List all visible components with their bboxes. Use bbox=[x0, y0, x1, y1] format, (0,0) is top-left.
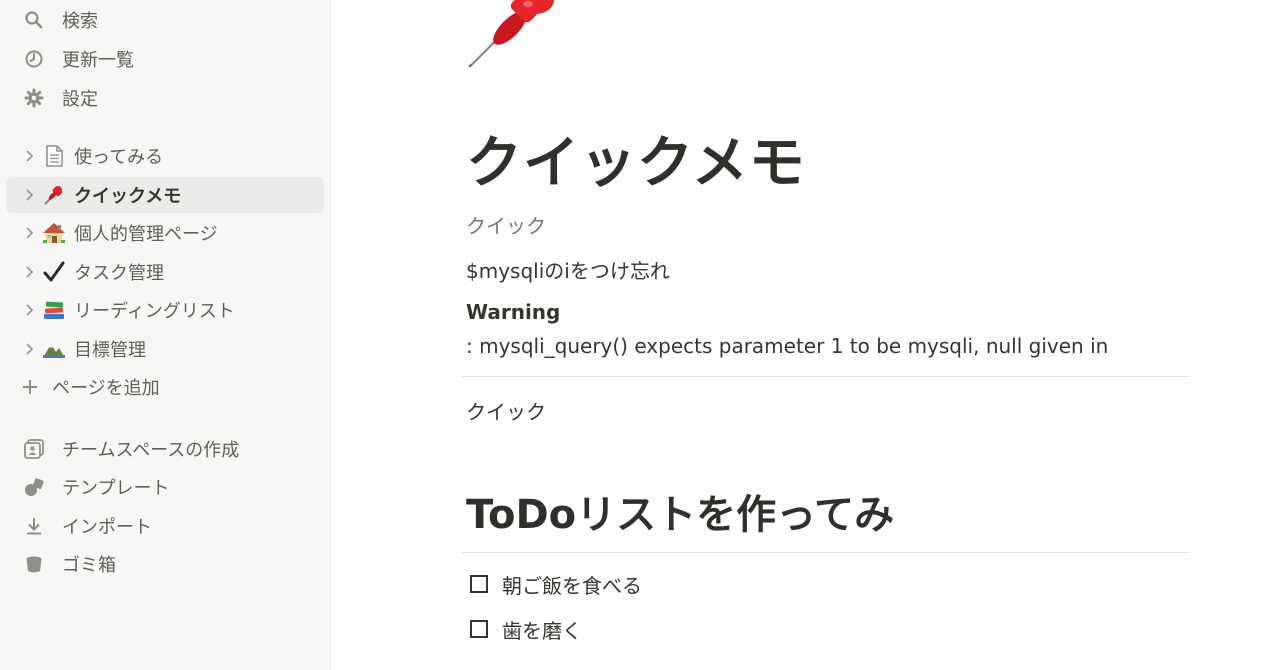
page-icon bbox=[42, 144, 66, 168]
todo-label[interactable]: 歯を磨く bbox=[502, 615, 582, 644]
sidebar-settings[interactable]: 設定 bbox=[6, 80, 324, 116]
teamspace-icon bbox=[22, 437, 46, 461]
sidebar-search-label: 検索 bbox=[62, 11, 98, 32]
books-icon bbox=[42, 298, 66, 322]
page-title[interactable]: クイックメモ bbox=[466, 118, 806, 199]
text-block-mysqli[interactable]: $mysqliのiをつけ忘れ bbox=[466, 255, 670, 284]
chevron-right-icon[interactable] bbox=[22, 265, 36, 279]
sidebar-item-goals[interactable]: 目標管理 bbox=[6, 331, 324, 367]
checkmark-icon bbox=[42, 260, 66, 284]
download-icon bbox=[22, 514, 46, 538]
sidebar-item-quick-memo[interactable]: クイックメモ bbox=[6, 177, 324, 213]
sidebar-settings-label: 設定 bbox=[62, 89, 98, 110]
clock-icon bbox=[22, 47, 46, 71]
sidebar-templates[interactable]: テンプレート bbox=[6, 469, 324, 505]
sidebar-item-label: 使ってみる bbox=[74, 147, 164, 168]
gear-icon bbox=[22, 86, 46, 110]
todo-heading[interactable]: ToDoリストを作ってみ bbox=[466, 482, 894, 540]
sidebar-item-tasks[interactable]: タスク管理 bbox=[6, 254, 324, 290]
sidebar-search[interactable]: 検索 bbox=[6, 2, 324, 38]
sidebar-item-reading-list[interactable]: リーディングリスト bbox=[6, 292, 324, 328]
trash-icon bbox=[22, 552, 46, 576]
pushpin-icon bbox=[42, 183, 66, 207]
todo-item[interactable]: 朝ご飯を食べる bbox=[470, 570, 642, 599]
sidebar-create-teamspace-label: チームスペースの作成 bbox=[62, 440, 240, 461]
chevron-right-icon[interactable] bbox=[22, 149, 36, 163]
sidebar-import-label: インポート bbox=[62, 517, 152, 538]
sidebar-updates[interactable]: 更新一覧 bbox=[6, 41, 324, 77]
chevron-right-icon[interactable] bbox=[22, 303, 36, 317]
pushpin-icon[interactable] bbox=[466, 0, 558, 70]
shapes-icon bbox=[22, 475, 46, 499]
todo-checkbox[interactable] bbox=[470, 620, 488, 638]
sidebar-item-personal[interactable]: 個人的管理ページ bbox=[6, 215, 324, 251]
house-icon bbox=[42, 221, 66, 245]
todo-checkbox[interactable] bbox=[470, 575, 488, 593]
add-page-button[interactable]: ページを追加 bbox=[6, 369, 324, 405]
todo-item[interactable]: 歯を磨く bbox=[470, 615, 582, 644]
text-block-quick-2[interactable]: クイック bbox=[466, 396, 546, 425]
chevron-right-icon[interactable] bbox=[22, 342, 36, 356]
chevron-right-icon[interactable] bbox=[22, 188, 36, 202]
sidebar-item-label: 個人的管理ページ bbox=[74, 224, 218, 245]
sidebar: 検索 更新一覧 設定 使ってみる クイックメモ 個人的管理ページ タスク管理 リ… bbox=[0, 0, 331, 670]
sidebar-item-label: 目標管理 bbox=[74, 340, 146, 361]
sidebar-item-label: クイックメモ bbox=[74, 186, 182, 207]
sidebar-trash-label: ゴミ箱 bbox=[62, 555, 116, 576]
plus-icon bbox=[18, 375, 42, 399]
divider bbox=[462, 552, 1189, 553]
chevron-right-icon[interactable] bbox=[22, 226, 36, 240]
sidebar-item-label: タスク管理 bbox=[74, 263, 164, 284]
sidebar-templates-label: テンプレート bbox=[62, 478, 170, 499]
search-icon bbox=[22, 8, 46, 32]
divider bbox=[462, 376, 1189, 377]
todo-label[interactable]: 朝ご飯を食べる bbox=[502, 570, 642, 599]
sidebar-create-teamspace[interactable]: チームスペースの作成 bbox=[6, 431, 324, 467]
mountain-icon bbox=[42, 337, 66, 361]
warning-message[interactable]: : mysqli_query() expects parameter 1 to … bbox=[466, 334, 1108, 358]
text-block-quick[interactable]: クイック bbox=[466, 210, 546, 239]
warning-label[interactable]: Warning bbox=[466, 300, 560, 324]
sidebar-trash[interactable]: ゴミ箱 bbox=[6, 546, 324, 582]
sidebar-item-label: リーディングリスト bbox=[74, 301, 235, 322]
sidebar-item-getting-started[interactable]: 使ってみる bbox=[6, 138, 324, 174]
sidebar-updates-label: 更新一覧 bbox=[62, 50, 134, 71]
add-page-label: ページを追加 bbox=[52, 378, 160, 399]
sidebar-import[interactable]: インポート bbox=[6, 508, 324, 544]
